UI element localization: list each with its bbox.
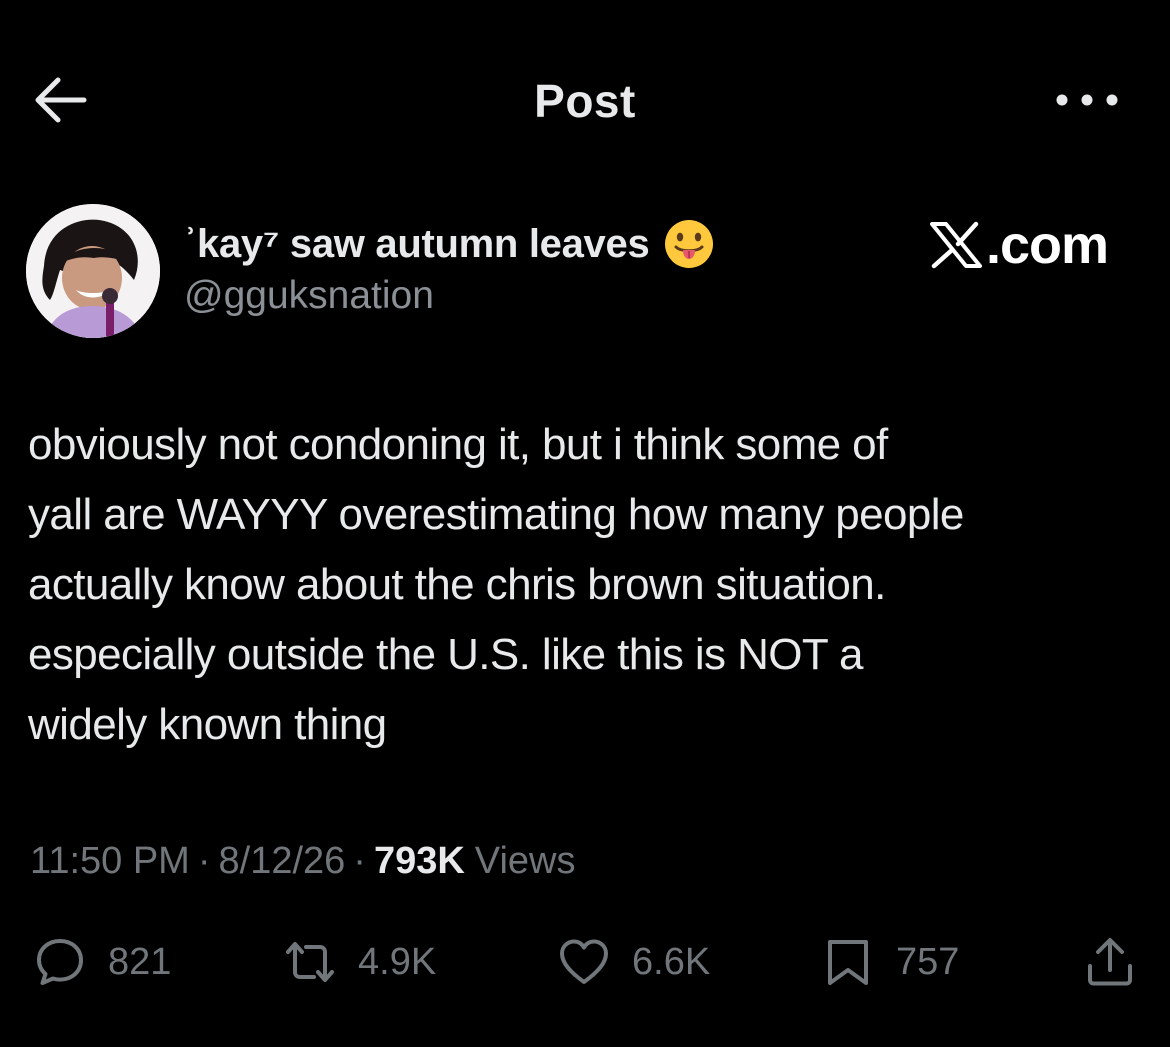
bookmark-button[interactable]: 757 bbox=[822, 934, 959, 990]
tweet-line: actually know about the chris brown situ… bbox=[28, 560, 886, 609]
post-time[interactable]: 11:50 PM bbox=[30, 840, 190, 883]
top-bar: Post bbox=[0, 0, 1170, 200]
post-metadata: 11:50 PM · 8/12/26 · 793K Views bbox=[30, 836, 575, 886]
x-logo-icon bbox=[928, 220, 984, 270]
tweet-line: especially outside the U.S. like this is… bbox=[28, 630, 863, 679]
watermark: .com bbox=[928, 215, 1109, 275]
more-horizontal-icon bbox=[1056, 94, 1118, 106]
tweet-line: yall are WAYYY overestimating how many p… bbox=[28, 490, 964, 539]
watermark-text: .com bbox=[986, 215, 1109, 275]
reply-icon bbox=[37, 939, 83, 985]
like-count: 6.6K bbox=[632, 940, 711, 983]
user-handle[interactable]: @gguksnation bbox=[184, 274, 434, 318]
views-label: Views bbox=[474, 839, 576, 882]
share-icon bbox=[1088, 938, 1132, 986]
display-name-row[interactable]: ʾkay⁷ saw autumn leaves bbox=[184, 218, 715, 270]
reply-count: 821 bbox=[108, 940, 172, 983]
separator: · bbox=[353, 839, 366, 882]
bookmark-count: 757 bbox=[896, 940, 960, 983]
repost-icon bbox=[286, 942, 334, 982]
face-with-tongue-icon bbox=[663, 218, 715, 270]
avatar[interactable] bbox=[26, 204, 160, 338]
repost-count: 4.9K bbox=[358, 940, 437, 983]
tweet-text: obviously not condoning it, but i think … bbox=[28, 410, 1148, 760]
page-title: Post bbox=[534, 75, 636, 127]
action-bar: 821 4.9K 6.6K 757 bbox=[0, 926, 1170, 996]
more-options-button[interactable] bbox=[1020, 80, 1130, 120]
views-count[interactable]: 793K bbox=[374, 840, 465, 883]
avatar-image bbox=[26, 204, 160, 338]
bookmark-icon bbox=[828, 940, 868, 985]
author-header: ʾkay⁷ saw autumn leaves @gguksnation .co… bbox=[0, 200, 1170, 350]
post-date[interactable]: 8/12/26 bbox=[219, 840, 346, 883]
reply-button[interactable]: 821 bbox=[34, 934, 171, 990]
separator: · bbox=[197, 839, 211, 882]
tweet-line: obviously not condoning it, but i think … bbox=[28, 420, 888, 469]
display-name[interactable]: ʾkay⁷ saw autumn leaves bbox=[184, 222, 650, 267]
tweet-line: widely known thing bbox=[28, 700, 387, 749]
repost-button[interactable]: 4.9K bbox=[284, 934, 436, 990]
like-button[interactable]: 6.6K bbox=[558, 934, 710, 990]
share-button[interactable] bbox=[1084, 934, 1136, 990]
heart-icon bbox=[560, 939, 608, 984]
